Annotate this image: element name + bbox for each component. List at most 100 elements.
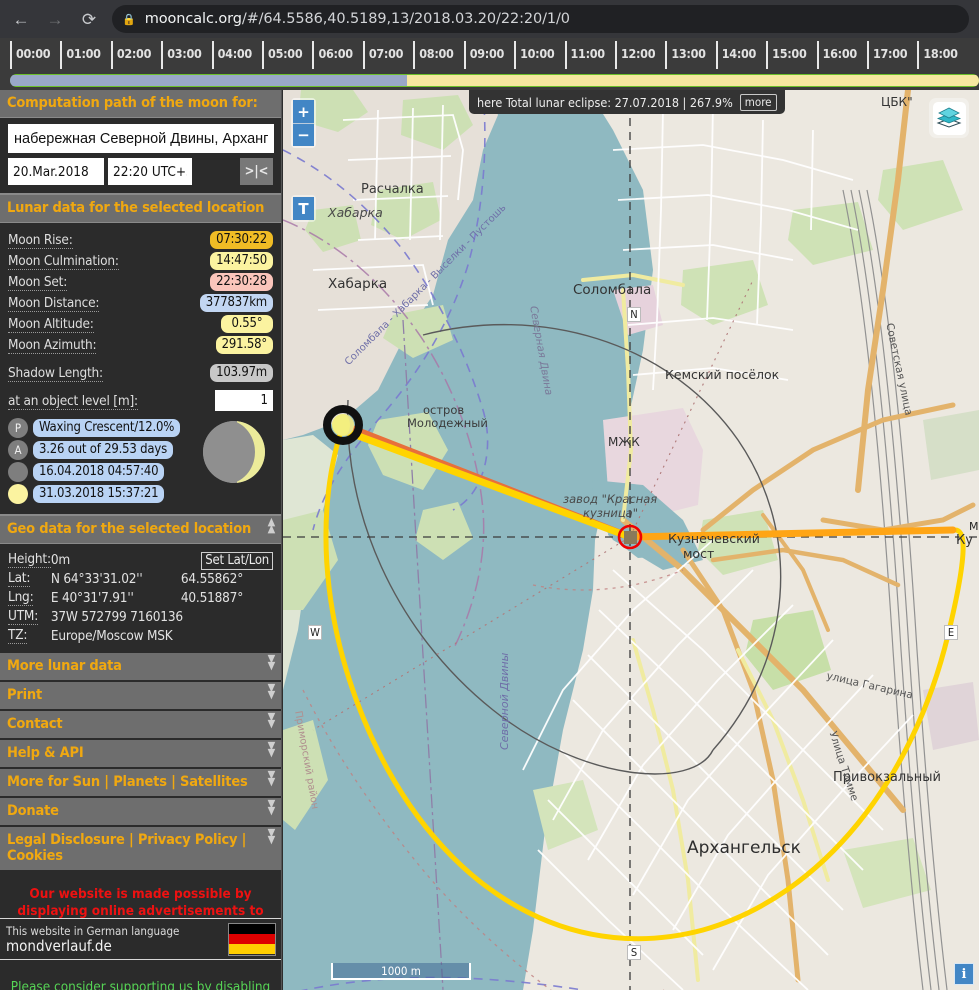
timeline-tick[interactable]: 03:00 <box>161 41 202 69</box>
terrain-toggle-button[interactable]: T <box>293 197 314 220</box>
timeline-tick[interactable]: 00:00 <box>10 41 51 69</box>
url-text: mooncalc.org/#/64.5586,40.5189,13/2018.0… <box>145 11 570 27</box>
accordion-item[interactable]: Legal Disclosure | Privacy Policy | Cook… <box>0 827 281 872</box>
back-icon[interactable]: ← <box>6 4 36 34</box>
timeline-tick[interactable]: 14:00 <box>715 41 756 69</box>
reload-icon[interactable]: ⟳ <box>74 4 104 34</box>
chevron-down-icon[interactable]: ▼ ▼ <box>268 769 276 787</box>
shadow-length-value: 103.97m <box>210 364 273 382</box>
timeline-tick[interactable]: 06:00 <box>312 41 353 69</box>
compass-label-s: S <box>627 945 641 960</box>
lunar-data-label: Moon Culmination: <box>8 252 119 270</box>
geo-data-key: UTM: <box>8 608 39 625</box>
chevron-down-icon[interactable]: ▼ ▼ <box>268 798 276 816</box>
timeline-tick[interactable]: 18:00 <box>917 41 958 69</box>
moon-shadow-area <box>203 421 255 483</box>
forward-icon[interactable]: → <box>40 4 70 34</box>
accordion-item[interactable]: More lunar data ▼ ▼ <box>0 653 281 682</box>
timeline-bar[interactable] <box>10 74 979 87</box>
language-switch-caption: This website in German language <box>6 923 180 938</box>
panel-header-geo-data[interactable]: Geo data for the selected location ▲ ▲ <box>0 514 281 544</box>
geo-data-table: Height: 0m Set Lat/Lon Lat: N 64°33'31.02'' 6… <box>8 550 273 645</box>
row-spacer <box>8 355 273 362</box>
eclipse-banner-text: here Total lunar eclipse: 27.07.2018 | 2… <box>477 94 733 110</box>
accordion-item-label: Donate <box>7 803 59 819</box>
accordion-item[interactable]: More for Sun | Planets | Satellites ▼ ▼ <box>0 769 281 798</box>
app-body: Computation path of the moon for: >|< Lu… <box>0 90 979 990</box>
accordion-item[interactable]: Print ▼ ▼ <box>0 682 281 711</box>
shadow-length-row: Shadow Length: 103.97m <box>8 362 273 383</box>
timeline-tick[interactable]: 11:00 <box>564 41 605 69</box>
lunar-data-row: Moon Rise: 07:30:22 <box>8 229 273 250</box>
address-bar[interactable]: 🔒 mooncalc.org/#/64.5586,40.5189,13/2018… <box>112 5 969 33</box>
map-view[interactable]: Расчалка Хабарка Хабарка Соломбала Кемский п… <box>283 90 979 990</box>
lunar-data-value: 22:30:28 <box>210 273 273 291</box>
accordion-item[interactable]: Help & API ▼ ▼ <box>0 740 281 769</box>
chevron-down-icon[interactable]: ▼ ▼ <box>268 711 276 729</box>
lunar-data-value: 07:30:22 <box>210 231 273 249</box>
language-switch[interactable]: This website in German language mondverl… <box>0 918 281 960</box>
geo-data-decimal: 40.51887° <box>180 589 244 606</box>
chevron-down-icon[interactable]: ▼ ▼ <box>268 827 276 845</box>
timeline-tick[interactable]: 10:00 <box>514 41 555 69</box>
set-latlon-button[interactable]: Set Lat/Lon <box>201 551 273 570</box>
lunar-data-table: Moon Rise: 07:30:22 Moon Culmination: 14:47… <box>8 229 273 412</box>
accordion-item[interactable]: Donate ▼ ▼ <box>0 798 281 827</box>
geo-data-key: TZ: <box>8 627 28 644</box>
geo-data-key: Height: <box>8 551 51 568</box>
object-level-label: at an object level [m]: <box>8 392 138 410</box>
location-input[interactable] <box>8 124 274 153</box>
timeline-tick[interactable]: 09:00 <box>463 41 504 69</box>
timeline-tick[interactable]: 01:00 <box>60 41 101 69</box>
lunar-data-row: Moon Culmination: 14:47:50 <box>8 250 273 271</box>
moon-phase-badge <box>8 484 28 504</box>
lunar-data-value: 14:47:50 <box>210 252 273 270</box>
moon-phase-value: 31.03.2018 15:37:21 <box>33 485 165 503</box>
geo-data-panel: Height: 0m Set Lat/Lon Lat: N 64°33'31.02'' 6… <box>0 544 281 653</box>
timeline-tick[interactable]: 04:00 <box>211 41 252 69</box>
map-layers-button[interactable] <box>929 98 969 138</box>
shadow-length-label: Shadow Length: <box>8 364 103 382</box>
map-zoom-controls: + − <box>291 98 316 148</box>
moon-phase-value: Waxing Crescent/12.0% <box>33 419 181 437</box>
map-info-button[interactable]: i <box>954 963 974 985</box>
moon-phase-row: 31.03.2018 15:37:21 <box>8 484 201 504</box>
timeline-tick[interactable]: 05:00 <box>262 41 303 69</box>
lunar-data-label: Moon Rise: <box>8 231 73 249</box>
geo-data-value: Europe/Moscow MSK <box>50 627 173 644</box>
timeline-ticks: 00:00 01:00 02:00 03:00 04:00 05:00 06:00 07:00… <box>0 38 979 72</box>
language-switch-domain: mondverlauf.de <box>6 936 112 955</box>
timeline-tick[interactable]: 13:00 <box>665 41 706 69</box>
chevron-down-icon[interactable]: ▼ ▼ <box>268 682 276 700</box>
geo-data-row: Lng: E 40°31'7.91'' 40.51887° <box>8 588 273 607</box>
zoom-in-button[interactable]: + <box>293 100 314 123</box>
eclipse-more-button[interactable]: more <box>739 93 777 111</box>
timeline-tick[interactable]: 17:00 <box>867 41 908 69</box>
chevron-down-icon[interactable]: ▼ ▼ <box>268 653 276 671</box>
now-button[interactable]: >|< <box>240 158 273 185</box>
timeline-tick[interactable]: 16:00 <box>816 41 857 69</box>
panel-header-computation-label: Computation path of the moon for: <box>7 95 258 111</box>
timeline-tick[interactable]: 12:00 <box>614 41 656 69</box>
accordion-item-label: Help & API <box>7 745 84 761</box>
timeline-tick[interactable]: 07:00 <box>362 41 403 69</box>
panel-header-lunar-data: Lunar data for the selected location <box>0 193 281 223</box>
timeline-tick[interactable]: 02:00 <box>110 41 151 69</box>
date-input[interactable] <box>8 158 104 185</box>
sidebar: Computation path of the moon for: >|< Lu… <box>0 90 282 990</box>
layers-icon <box>932 101 966 135</box>
timeline-tick[interactable]: 15:00 <box>766 41 807 69</box>
day-timeline[interactable]: 00:00 01:00 02:00 03:00 04:00 05:00 06:00 07:00… <box>0 38 979 90</box>
lunar-data-row: Moon Altitude: 0.55° <box>8 313 273 334</box>
zoom-out-button[interactable]: − <box>293 123 314 146</box>
object-level-input[interactable] <box>215 390 273 411</box>
chevron-up-icon[interactable]: ▲ ▲ <box>268 516 276 534</box>
timeline-tick[interactable]: 08:00 <box>413 41 454 69</box>
accordion-item[interactable]: Contact ▼ ▼ <box>0 711 281 740</box>
moon-phase-row: A 3.26 out of 29.53 days <box>8 440 201 460</box>
timeline-day-segment <box>407 75 979 86</box>
time-input[interactable] <box>108 158 192 185</box>
map-scale-bar: 1000 m <box>331 963 471 980</box>
chevron-down-icon[interactable]: ▼ ▼ <box>268 740 276 758</box>
lunar-data-label: Moon Distance: <box>8 294 100 312</box>
